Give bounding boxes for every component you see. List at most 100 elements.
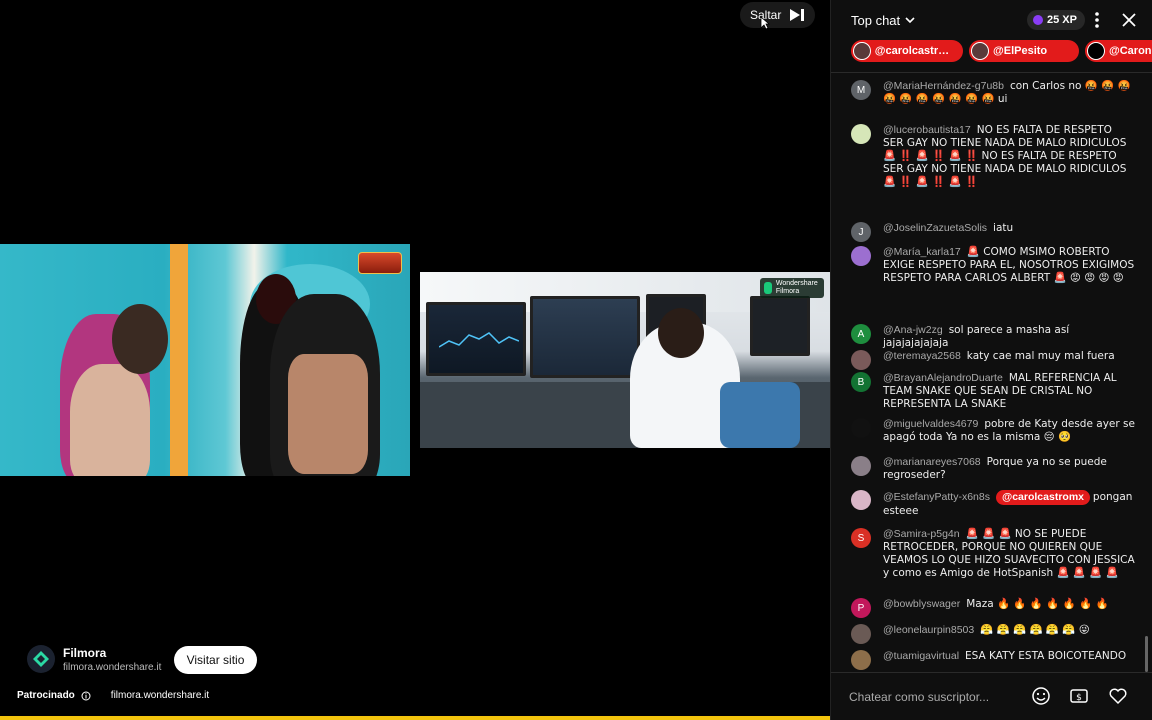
person-shape: [658, 308, 704, 358]
pinned-user-label: @ElPesito: [993, 45, 1048, 57]
xp-badge[interactable]: 25 XP: [1027, 10, 1085, 30]
message-text: ESA KATY ESTA BOICOTEANDO: [965, 650, 1127, 662]
avatar: B: [851, 372, 871, 392]
message-author[interactable]: @Samira-p5g4n: [883, 528, 960, 540]
visit-site-button[interactable]: Visitar sitio: [174, 646, 257, 674]
chat-message[interactable]: @miguelvaldes4679 pobre de Katy desde aye…: [851, 418, 1135, 444]
message-author[interactable]: @Ana-jw2zg: [883, 324, 943, 336]
avatar: [851, 650, 871, 670]
pinned-user-chip[interactable]: @carolcastro...: [851, 40, 963, 62]
advertiser-name: Filmora: [63, 645, 107, 660]
divider: [831, 72, 1152, 73]
monitor: [426, 302, 526, 376]
pinned-user-label: @Caron: [1109, 45, 1152, 57]
svg-text:$: $: [1076, 693, 1082, 703]
video-player[interactable]: Wondershare Filmora Saltar Filmora filmo…: [0, 0, 830, 720]
avatar: [851, 418, 871, 438]
chevron-down-icon: [905, 17, 915, 24]
more-options-icon[interactable]: [1091, 10, 1103, 30]
avatar: [971, 42, 989, 60]
pinned-user-chip[interactable]: @Caron: [1085, 40, 1152, 62]
pinned-user-chip[interactable]: @ElPesito: [969, 40, 1079, 62]
message-author[interactable]: @lucerobautista17: [883, 124, 971, 136]
filmora-logo-icon: [27, 645, 55, 673]
live-chat-panel: Top chat 25 XP @carolcastro... @ElPesito…: [830, 0, 1152, 720]
mention-chip[interactable]: @carolcastromx: [995, 490, 1090, 505]
super-chat-icon[interactable]: $: [1069, 686, 1089, 706]
message-author[interactable]: @bowblyswager: [883, 598, 960, 610]
monitor: [530, 296, 640, 378]
chat-message[interactable]: P @bowblyswager Maza 🔥 🔥 🔥 🔥 🔥 🔥 🔥: [851, 598, 1135, 618]
message-author[interactable]: @miguelvaldes4679: [883, 418, 978, 430]
xp-icon: [1033, 15, 1043, 25]
chat-message[interactable]: @marianareyes7068 Porque ya no se puede r…: [851, 456, 1135, 482]
chat-message[interactable]: @EstefanyPatty-x6n8s @carolcastromx ponga…: [851, 490, 1135, 518]
avatar: [851, 490, 871, 510]
avatar: [851, 246, 871, 266]
chat-message[interactable]: @María_karla17 🚨 COMO MSIMO ROBERTO EXIGE…: [851, 246, 1135, 285]
chat-message[interactable]: J @JoselinZazuetaSolis iatu: [851, 222, 1135, 242]
advertiser-card[interactable]: Filmora filmora.wondershare.it: [27, 645, 161, 673]
message-author[interactable]: @tuamigavirtual: [883, 650, 959, 662]
video-frame-right: Wondershare Filmora: [420, 272, 830, 448]
chat-input-bar: [831, 672, 1152, 720]
chat-message[interactable]: A @Ana-jw2zg sol parece a masha así jajaj…: [851, 324, 1135, 350]
close-icon[interactable]: [1121, 12, 1137, 28]
skip-next-icon: [790, 9, 805, 21]
avatar: S: [851, 528, 871, 548]
message-author[interactable]: @BrayanAlejandroDuarte: [883, 372, 1003, 384]
advertiser-domain: filmora.wondershare.it: [63, 661, 162, 673]
chat-message[interactable]: @tuamigavirtual ESA KATY ESTA BOICOTEANDO: [851, 650, 1135, 670]
person-shape: [112, 304, 168, 374]
filmora-logo-icon: [764, 282, 772, 294]
message-text: katy cae mal muy mal fuera: [966, 350, 1115, 362]
skip-ad-button[interactable]: Saltar: [740, 2, 816, 28]
chat-header: Top chat: [831, 0, 1152, 40]
message-author[interactable]: @leonelaurpin8503: [883, 624, 974, 636]
person-shape: [70, 364, 150, 476]
chat-message[interactable]: S @Samira-p5g4n 🚨 🚨 🚨 NO SE PUEDE RETROCE…: [851, 528, 1135, 580]
monitor: [750, 296, 810, 356]
avatar: [851, 456, 871, 476]
message-author[interactable]: @EstefanyPatty-x6n8s: [883, 491, 990, 503]
ad-progress-bar: [0, 716, 830, 720]
chat-message[interactable]: M @MariaHernández-g7u8b con Carlos no 🤬 🤬…: [851, 80, 1135, 106]
avatar: [851, 124, 871, 144]
sponsored-url[interactable]: filmora.wondershare.it: [111, 690, 209, 701]
xp-value: 25 XP: [1047, 14, 1077, 26]
wall-stripe: [170, 244, 188, 476]
avatar: P: [851, 598, 871, 618]
chat-message-list[interactable]: M @MariaHernández-g7u8b con Carlos no 🤬 🤬…: [831, 74, 1152, 672]
emoji-icon[interactable]: [1031, 686, 1051, 706]
avatar: [853, 42, 871, 60]
message-author[interactable]: @MariaHernández-g7u8b: [883, 80, 1004, 92]
pinned-users-row: @carolcastro... @ElPesito @Caron: [851, 40, 1152, 64]
sponsored-bar: Patrocinado filmora.wondershare.it: [17, 690, 209, 701]
person-shape: [288, 354, 368, 474]
message-author[interactable]: @María_karla17: [883, 246, 961, 258]
info-icon[interactable]: [81, 691, 91, 701]
chat-mode-label: Top chat: [851, 12, 901, 28]
chat-message[interactable]: @leonelaurpin8503 😤 😤 😤 😤 😤 😤 😜: [851, 624, 1135, 644]
chat-message[interactable]: B @BrayanAlejandroDuarte MAL REFERENCIA A…: [851, 372, 1135, 411]
message-author[interactable]: @marianareyes7068: [883, 456, 981, 468]
filmora-watermark: Wondershare Filmora: [760, 278, 824, 298]
chat-mode-selector[interactable]: Top chat: [851, 13, 916, 28]
chair: [720, 382, 800, 448]
avatar: [851, 624, 871, 644]
avatar: A: [851, 324, 871, 344]
chat-input[interactable]: [849, 681, 1029, 712]
chat-message[interactable]: @lucerobautista17 NO ES FALTA DE RESPETO …: [851, 124, 1135, 189]
chat-scrollbar[interactable]: [1145, 636, 1148, 672]
sponsored-label: Patrocinado: [17, 690, 75, 701]
message-author[interactable]: @teremaya2568: [883, 350, 961, 362]
message-text: Maza 🔥 🔥 🔥 🔥 🔥 🔥 🔥: [966, 598, 1109, 610]
avatar: [1087, 42, 1105, 60]
message-text: iatu: [993, 222, 1014, 234]
chat-message[interactable]: @teremaya2568 katy cae mal muy mal fuera: [851, 350, 1135, 370]
heart-icon[interactable]: [1108, 686, 1128, 706]
mouse-cursor-icon: [760, 16, 770, 30]
video-frame-left: [0, 244, 410, 476]
message-author[interactable]: @JoselinZazuetaSolis: [883, 222, 987, 234]
show-logo: [358, 252, 402, 274]
